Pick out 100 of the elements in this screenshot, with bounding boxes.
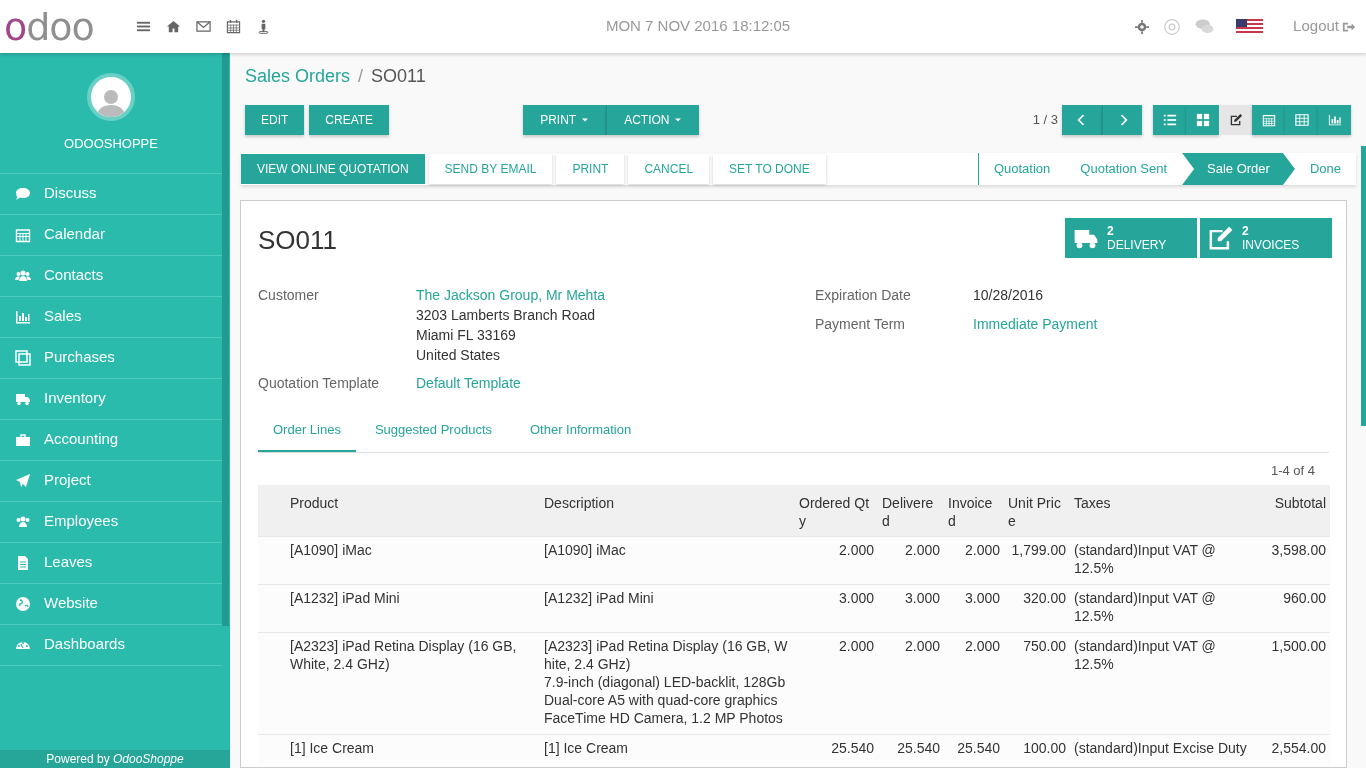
view-switch-button[interactable] <box>1318 105 1351 135</box>
workflow-button[interactable]: SET TO DONE <box>713 154 826 184</box>
app-icon <box>15 349 31 366</box>
column-header[interactable]: Product <box>286 485 540 537</box>
workflow-button[interactable]: PRINT <box>556 154 625 184</box>
pivot-table-icon <box>1294 113 1309 127</box>
field-label: Quotation Template <box>258 374 381 393</box>
calendar-view-icon <box>1261 113 1276 127</box>
smart-button-label: DELIVERY <box>1107 238 1167 252</box>
view-switch-button[interactable] <box>1219 105 1252 135</box>
app-icon <box>15 554 31 571</box>
column-header[interactable]: Subtotal <box>1261 485 1330 537</box>
chat-bubbles-icon[interactable] <box>1195 17 1215 36</box>
notebook-tab[interactable]: Other Information <box>513 420 649 452</box>
table-cell: [1] Ice Cream <box>286 734 540 764</box>
bar-chart-icon <box>1327 113 1342 127</box>
table-cell: 1,799.00 <box>1004 536 1070 585</box>
column-header[interactable]: Taxes <box>1070 485 1261 537</box>
column-header[interactable]: Invoiced <box>944 485 1004 537</box>
app-icon <box>15 185 31 202</box>
description-text: [A2323] iPad Retina Display (16 GB, White, 2.4 GHz) 7.9-inch (diagonal) LED-backlit, 128Gb Dual-core A5 with quad-core graphics FaceTime HD Camera, 1.2 MP Photos <box>544 637 789 727</box>
column-header[interactable]: Delivered <box>878 485 944 537</box>
sidebar-item[interactable]: Dashboards <box>0 624 222 666</box>
envelope-icon[interactable] <box>196 19 211 34</box>
sidebar-item[interactable]: Website <box>0 583 222 625</box>
table-cell: (standard)Input VAT @ 12.5% <box>1070 536 1261 585</box>
pager-count: 1 / 3 <box>1032 111 1058 130</box>
caret-icon <box>674 116 683 124</box>
address-line: United States <box>416 346 502 365</box>
stage-button[interactable]: Sale Order <box>1182 153 1295 185</box>
breadcrumb-current: SO011 <box>371 65 426 88</box>
us-flag-icon[interactable] <box>1236 19 1264 34</box>
breadcrumb-link[interactable]: Sales Orders <box>245 63 351 90</box>
powered-by-text: Powered by OdooShoppe <box>0 750 230 768</box>
table-cell: 2.000 <box>878 536 944 585</box>
workflow-button[interactable]: SEND BY EMAIL <box>428 154 553 184</box>
previous-button[interactable] <box>1062 105 1102 135</box>
odoo-logo: odoo <box>3 7 95 46</box>
table-cell: (standard)Input Excise Duty <box>1070 734 1261 764</box>
column-header[interactable]: Description <box>540 485 795 537</box>
table-cell: 3.000 <box>795 584 878 633</box>
list-view-icon <box>1162 113 1177 127</box>
toolbar-button[interactable]: EDIT <box>245 105 305 135</box>
table-cell: 2,554.00 <box>1261 734 1330 764</box>
dropdown-button[interactable]: PRINT <box>523 105 607 135</box>
stage-button[interactable]: Done <box>1294 153 1356 185</box>
template-link[interactable]: Default Template <box>416 373 521 394</box>
table-cell: 320.00 <box>1004 584 1070 633</box>
view-switch-button[interactable] <box>1252 105 1285 135</box>
table-cell: 2.000 <box>878 632 944 735</box>
table-cell: 100.00 <box>1004 734 1070 764</box>
table-cell: 3.000 <box>878 584 944 633</box>
date-time: MON 7 NOV 2016 18:12:05 <box>604 16 792 37</box>
scrollbar-thumb[interactable] <box>222 53 229 626</box>
table-cell: 1,500.00 <box>1261 632 1330 735</box>
record-count: 1-4 of 4 <box>1270 462 1315 478</box>
payment-term-link[interactable]: Immediate Payment <box>973 314 1098 335</box>
smart-button-label: INVOICES <box>1242 238 1300 252</box>
view-switch-button[interactable] <box>1186 105 1219 135</box>
description-text: [A1090] iMac <box>544 541 627 559</box>
stage-button[interactable]: Quotation <box>978 153 1066 185</box>
smart-button[interactable]: 2 INVOICES <box>1200 218 1332 258</box>
notebook-tab[interactable]: Suggested Products <box>357 420 509 452</box>
notebook-tab[interactable]: Order Lines <box>258 420 356 452</box>
workflow-button[interactable]: CANCEL <box>628 154 710 184</box>
column-header[interactable]: Ordered Qty <box>795 485 878 537</box>
count-text: 2 <box>1107 224 1114 238</box>
customer-link[interactable]: The Jackson Group, Mr Mehta <box>416 285 606 305</box>
scrollbar-thumb[interactable] <box>1361 146 1366 426</box>
home-icon[interactable] <box>166 19 181 34</box>
menu-icon[interactable] <box>136 19 151 34</box>
app-icon <box>15 472 31 489</box>
smart-button[interactable]: 2 DELIVERY <box>1065 218 1197 258</box>
table-cell: [A2323] iPad Retina Display (16 GB, White, 2.4 GHz) <box>286 632 540 735</box>
view-switch-button[interactable] <box>1285 105 1318 135</box>
table-cell: 2.000 <box>795 536 878 585</box>
table-cell: 25.540 <box>795 734 878 764</box>
logout-link[interactable]: Logout <box>1293 15 1356 38</box>
view-switch-button[interactable] <box>1153 105 1186 135</box>
person-icon[interactable] <box>256 19 271 34</box>
stage-button[interactable]: Quotation Sent <box>1065 153 1183 185</box>
description-text: [1] Ice Cream <box>544 739 630 757</box>
record-title: SO011 <box>258 224 337 257</box>
dropdown-button[interactable]: ACTION <box>606 105 700 135</box>
company-name: ODOOSHOPPE <box>64 135 158 153</box>
app-icon <box>15 226 31 243</box>
sidebar-item[interactable]: Purchases <box>0 337 222 379</box>
column-header[interactable]: Unit Price <box>1004 485 1070 537</box>
field-label: Expiration Date <box>815 286 912 305</box>
workflow-button[interactable]: VIEW ONLINE QUOTATION <box>241 154 425 184</box>
field-label: Customer <box>258 286 320 305</box>
caret-icon <box>581 116 590 124</box>
next-button[interactable] <box>1102 105 1142 135</box>
app-icon <box>15 595 31 612</box>
edit-icon <box>1208 225 1234 251</box>
calendar-icon[interactable] <box>226 19 241 34</box>
toolbar-button[interactable]: CREATE <box>309 105 390 135</box>
table-cell: 2.000 <box>944 536 1004 585</box>
table-cell: 750.00 <box>1004 632 1070 735</box>
table-cell: (standard)Input VAT @ 12.5% <box>1070 584 1261 633</box>
